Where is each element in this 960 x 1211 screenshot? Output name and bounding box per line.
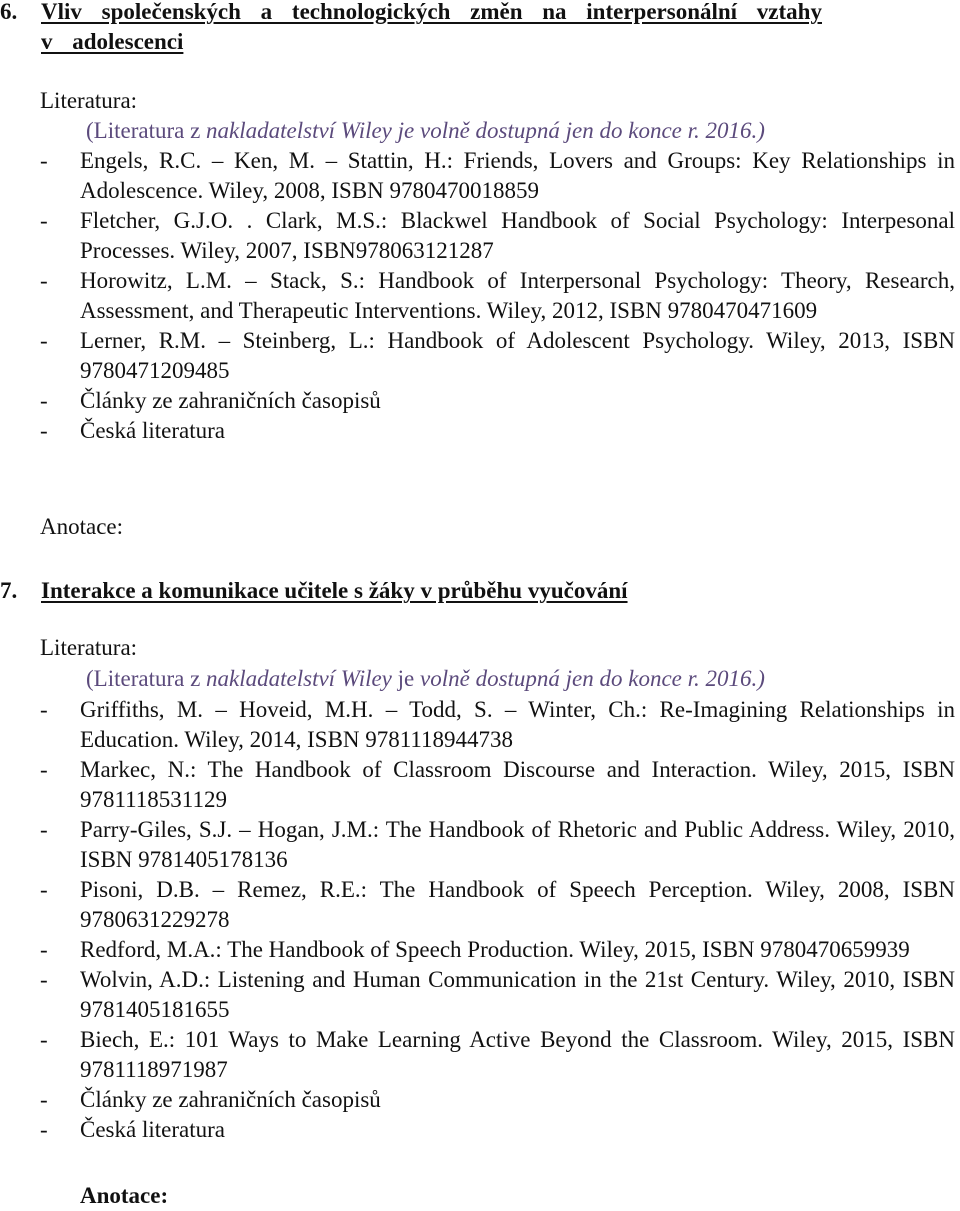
list-dash: - xyxy=(40,697,48,722)
citation-text: Pisoni, D.B. – Remez, R.E.: The Handbook… xyxy=(80,877,955,932)
citation-text: Redford, M.A.: The Handbook of Speech Pr… xyxy=(80,937,910,962)
note-italic: nakladatelství Wiley je volně dostupná j… xyxy=(206,118,765,143)
list-dash: - xyxy=(40,757,48,782)
citation-text: Česká literatura xyxy=(80,418,225,443)
list-dash: - xyxy=(40,1087,48,1112)
citation-text: Griffiths, M. – Hoveid, M.H. – Todd, S. … xyxy=(80,697,955,752)
citation-text: Lerner, R.M. – Steinberg, L.: Handbook o… xyxy=(80,328,955,383)
list-dash: - xyxy=(40,1117,48,1142)
note-prefix: (Literatura z xyxy=(86,118,207,143)
literature-label: Literatura: xyxy=(40,635,138,660)
section-number: 6. xyxy=(0,0,18,24)
section-title: Interakce a komunikace učitele s žáky v … xyxy=(41,578,628,603)
list-dash: - xyxy=(40,418,48,443)
list-item: - Horowitz, L.M. – Stack, S.: Handbook of… xyxy=(0,266,955,326)
note-prefix: (Literatura z xyxy=(86,666,207,691)
note-middle: je xyxy=(391,666,421,691)
list-item: - Česká literatura xyxy=(0,1115,955,1145)
list-dash: - xyxy=(40,388,48,413)
note-italic-publisher: nakladatelství Wiley xyxy=(206,666,392,691)
citation-text: Wolvin, A.D.: Listening and Human Commun… xyxy=(80,967,955,1022)
citation-text: Články ze zahraničních časopisů xyxy=(80,1087,381,1112)
note-italic-availability: volně dostupná jen do konce r. 2016.) xyxy=(420,666,765,691)
literature-label: Literatura: xyxy=(40,88,138,113)
list-dash: - xyxy=(40,937,48,962)
list-dash: - xyxy=(40,1027,48,1052)
list-item: - Pisoni, D.B. – Remez, R.E.: The Handboo… xyxy=(0,875,955,935)
citation-text: Biech, E.: 101 Ways to Make Learning Act… xyxy=(80,1027,955,1082)
list-dash: - xyxy=(40,208,48,233)
section-title-line-2: v adolescenci xyxy=(41,29,184,54)
section-6-heading: 6. Vliv společenských a technologických … xyxy=(0,0,955,57)
section-number: 7. xyxy=(0,578,18,603)
citation-text: Články ze zahraničních časopisů xyxy=(80,388,381,413)
citation-text: Česká literatura xyxy=(80,1117,225,1142)
list-item: - Biech, E.: 101 Ways to Make Learning Ac… xyxy=(0,1025,955,1085)
list-dash: - xyxy=(40,967,48,992)
wiley-availability-note: (Literatura z nakladatelství Wiley je vo… xyxy=(86,664,765,694)
list-item: - Fletcher, G.J.O. . Clark, M.S.: Blackwe… xyxy=(0,206,955,266)
list-item: - Lerner, R.M. – Steinberg, L.: Handbook … xyxy=(0,326,955,386)
citation-text: Markec, N.: The Handbook of Classroom Di… xyxy=(80,757,955,812)
wiley-availability-note: (Literatura z nakladatelství Wiley je vo… xyxy=(86,116,765,146)
citation-text: Fletcher, G.J.O. . Clark, M.S.: Blackwel… xyxy=(80,208,955,263)
list-item: - Články ze zahraničních časopisů xyxy=(0,1085,955,1115)
annotation-label: Anotace: xyxy=(40,514,124,539)
list-item: - Engels, R.C. – Ken, M. – Stattin, H.: F… xyxy=(0,146,955,206)
literature-list-section-7: - Griffiths, M. – Hoveid, M.H. – Todd, S.… xyxy=(0,695,955,1145)
list-dash: - xyxy=(40,817,48,842)
citation-text: Horowitz, L.M. – Stack, S.: Handbook of … xyxy=(80,268,955,323)
list-item: - Parry-Giles, S.J. – Hogan, J.M.: The Ha… xyxy=(0,815,955,875)
list-dash: - xyxy=(40,268,48,293)
list-item: - Články ze zahraničních časopisů xyxy=(0,386,955,416)
list-dash: - xyxy=(40,148,48,173)
list-item: - Wolvin, A.D.: Listening and Human Commu… xyxy=(0,965,955,1025)
list-item: - Redford, M.A.: The Handbook of Speech P… xyxy=(0,935,955,965)
list-dash: - xyxy=(40,328,48,353)
list-dash: - xyxy=(40,877,48,902)
annotation-label: Anotace: xyxy=(80,1183,169,1208)
list-item: - Griffiths, M. – Hoveid, M.H. – Todd, S.… xyxy=(0,695,955,755)
list-item: - Česká literatura xyxy=(0,416,955,446)
list-item: - Markec, N.: The Handbook of Classroom D… xyxy=(0,755,955,815)
literature-list-section-6: - Engels, R.C. – Ken, M. – Stattin, H.: F… xyxy=(0,146,955,446)
section-title-line-1: Vliv společenských a technologických změ… xyxy=(41,0,822,24)
section-7-heading: 7. Interakce a komunikace učitele s žáky… xyxy=(0,576,955,606)
citation-text: Parry-Giles, S.J. – Hogan, J.M.: The Han… xyxy=(80,817,955,872)
citation-text: Engels, R.C. – Ken, M. – Stattin, H.: Fr… xyxy=(80,148,955,203)
